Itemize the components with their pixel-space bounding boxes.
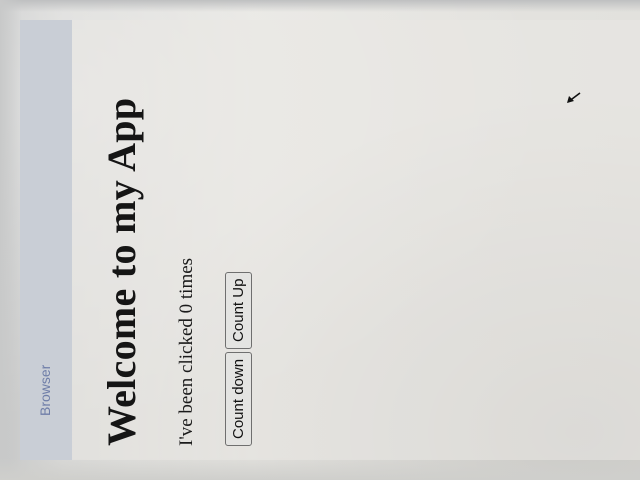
- mouse-pointer-icon: [567, 92, 581, 103]
- bezel-left: [0, 0, 22, 480]
- screen: Browser Welcome to my App I've been clic…: [20, 20, 640, 460]
- bezel-bottom: [0, 458, 640, 480]
- click-count-text: I've been clicked 0 times: [176, 257, 197, 446]
- page-title: Welcome to my App: [99, 97, 144, 446]
- photo-frame: Browser Welcome to my App I've been clic…: [0, 0, 640, 480]
- browser-label: Browser: [37, 364, 53, 416]
- browser-bar: Browser: [20, 20, 72, 460]
- count-down-button[interactable]: Count down: [225, 351, 252, 446]
- bezel-top: [0, 0, 640, 12]
- button-row: Count down Count Up: [225, 271, 252, 446]
- count-up-button[interactable]: Count Up: [225, 271, 252, 349]
- app-page: Welcome to my App I've been clicked 0 ti…: [72, 20, 640, 460]
